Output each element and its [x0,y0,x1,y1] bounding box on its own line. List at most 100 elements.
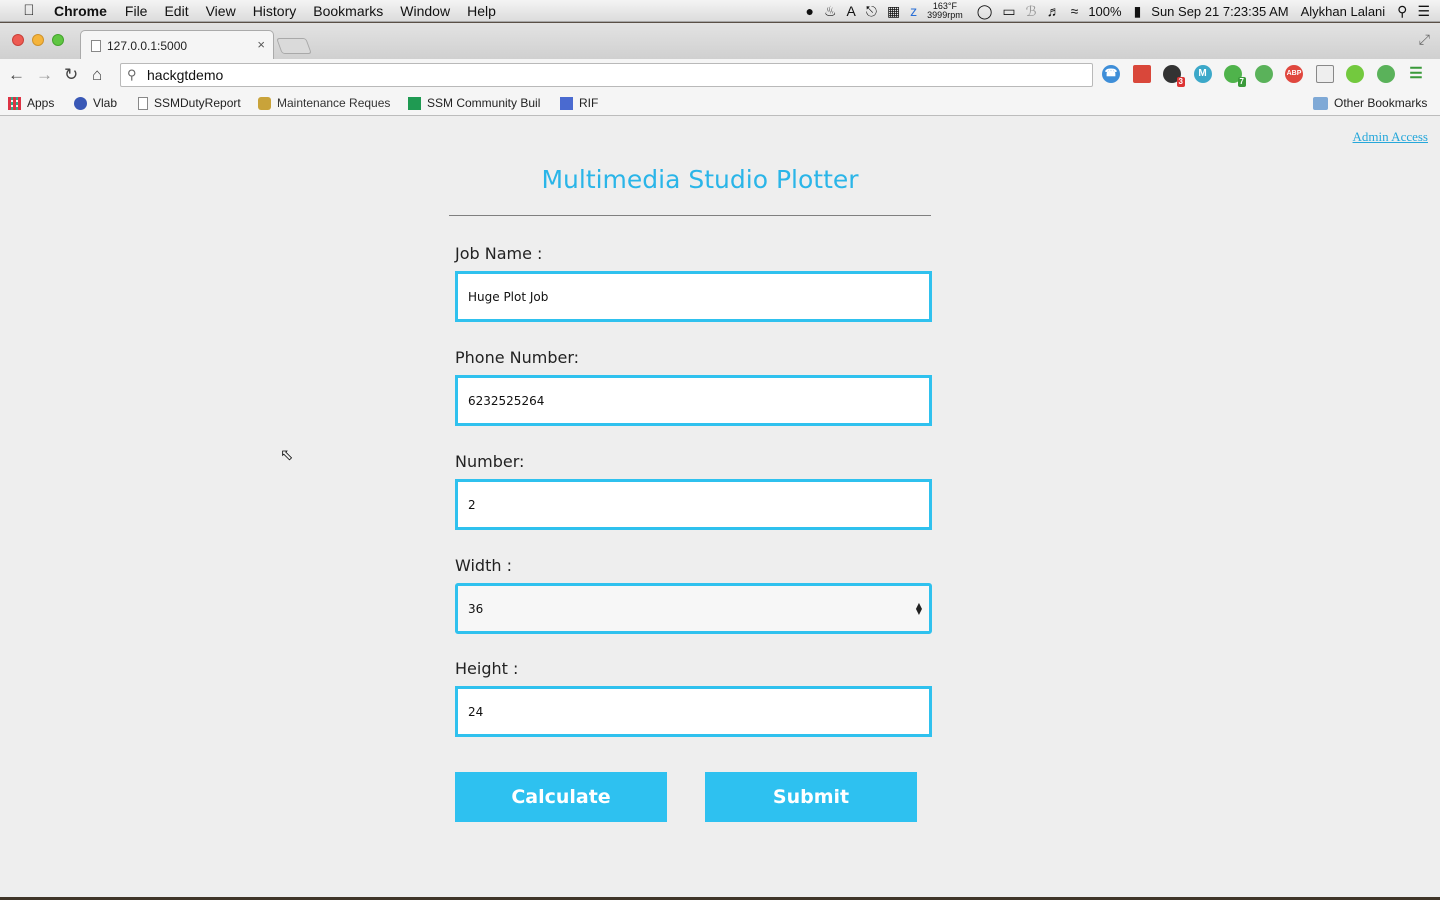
reload-icon[interactable]: ↻ [64,65,78,85]
adblock-plus-icon[interactable]: ABP [1285,65,1303,83]
height-input[interactable]: 24 [455,686,932,737]
bookmark-apps[interactable]: Apps [8,96,54,110]
adobe-icon[interactable]: A [847,3,856,19]
job-name-value: Huge Plot Job [468,289,549,304]
bookmarks-bar: Apps Vlab SSMDutyReport Maintenance Requ… [0,91,1440,116]
home-icon[interactable]: ⌂ [92,65,102,85]
mouse-cursor-icon: ⬁ [280,447,294,464]
browser-toolbar: ← → ↻ ⌂ ⚲ hackgtdemo ☎ 3 M 7 ABP ☰ [0,59,1440,91]
other-bookmarks-folder[interactable]: Other Bookmarks [1313,96,1427,110]
green-badge: 7 [1237,77,1246,87]
airplay-icon[interactable]: ▭ [1002,3,1015,20]
bee-icon [258,96,271,110]
number-label: Number: [455,452,525,471]
user-name[interactable]: Alykhan Lalani [1301,4,1386,19]
bookmark-blue-icon [560,96,573,110]
menu-view[interactable]: View [206,3,236,19]
bell-icon[interactable]: ♨ [824,3,837,20]
bluetooth-icon[interactable]: ℬ [1026,3,1037,20]
bookmark-label: Apps [27,96,55,110]
admin-access-link[interactable]: Admin Access [1353,129,1428,145]
bookmark-label: SSMDutyReport [154,96,241,110]
bookmark-label: SSM Community Buil [427,96,541,110]
vlab-icon [74,96,87,110]
bookmark-label: Maintenance Reques [277,96,391,110]
menu-window[interactable]: Window [400,3,450,19]
job-name-label: Job Name : [455,244,543,263]
height-label: Height : [455,659,519,678]
menu-edit[interactable]: Edit [164,3,188,19]
page-title: Multimedia Studio Plotter [541,165,859,194]
cast-icon[interactable] [1315,65,1334,83]
temperature-readout[interactable]: 163°F 3999rpm [927,2,963,20]
apple-menu-icon[interactable]:  [18,2,40,19]
share-extension-icon[interactable] [1254,65,1273,83]
sleep-icon[interactable]: z [910,3,917,19]
menu-help[interactable]: Help [467,3,496,19]
fan-speed-value: 3999rpm [927,10,963,20]
job-name-input[interactable]: Huge Plot Job [455,271,932,322]
bookmark-label: RIF [579,96,599,110]
extension-icons: ☎ 3 M 7 ABP ☰ [1102,65,1438,87]
menubar-status-area: ● ♨ A ⎋ ▦ z 163°F 3999rpm ◯ ▭ ℬ ♬ ≈ 100%… [805,0,1440,22]
time-machine-icon[interactable]: ◯ [977,3,993,20]
macos-menubar:  Chrome File Edit View History Bookmark… [0,0,1440,22]
select-arrows-icon: ▲ ▼ [915,601,922,616]
menu-history[interactable]: History [253,3,297,19]
chrome-window: 127.0.0.1:5000 × ⤢ ← → ↻ ⌂ ⚲ hackgtdemo … [0,23,1440,897]
new-tab-button[interactable] [276,38,312,54]
hangouts-extension-icon[interactable] [1376,65,1395,83]
clock[interactable]: Sun Sep 21 7:23:35 AM [1151,4,1288,19]
calculate-button[interactable]: Calculate [455,772,667,822]
battery-percent[interactable]: 100% [1088,4,1121,19]
sync-icon[interactable]: ⎋ [866,3,877,20]
omnibox-text: hackgtdemo [147,67,224,83]
page-favicon-icon [91,39,101,52]
number-input[interactable]: 2 [455,479,932,530]
chrome-menu-icon[interactable]: ☰ [1407,65,1425,83]
page-content: Admin Access Multimedia Studio Plotter J… [0,117,1440,897]
fullscreen-icon[interactable]: ⤢ [1419,31,1430,48]
chat-bubble-icon[interactable]: ● [805,3,813,19]
bookmark-rif[interactable]: RIF [560,96,598,110]
bookmark-maintenance[interactable]: Maintenance Reques [258,96,390,110]
spotlight-search-icon[interactable]: ⚲ [1397,3,1407,20]
phone-number-input[interactable]: 6232525264 [455,375,932,426]
m-extension-icon[interactable]: M [1193,65,1212,83]
qr-icon[interactable]: ▦ [887,3,900,20]
width-value: 36 [468,601,484,616]
wifi-icon[interactable]: ≈ [1071,3,1079,19]
back-arrow-icon[interactable]: ← [8,65,25,85]
window-minimize-button[interactable] [32,34,44,46]
tab-active[interactable]: 127.0.0.1:5000 × [80,30,274,60]
tab-strip: 127.0.0.1:5000 × ⤢ [0,23,1440,60]
phone-extension-icon[interactable]: ☎ [1102,65,1120,83]
tab-close-icon[interactable]: × [257,37,265,52]
omnibox[interactable]: ⚲ hackgtdemo [120,63,1093,87]
document-icon [138,96,148,110]
app-menu-chrome[interactable]: Chrome [54,3,107,19]
forward-arrow-icon[interactable]: → [36,65,53,85]
bookmark-extension-icon[interactable] [1132,65,1151,83]
bookmark-ssm-community[interactable]: SSM Community Buil [408,96,540,110]
apps-grid-icon [8,96,21,110]
width-select[interactable]: 36 ▲ ▼ [455,583,932,634]
battery-icon[interactable]: ▮ [1134,3,1142,20]
submit-button[interactable]: Submit [705,772,917,822]
notification-center-icon[interactable]: ☰ [1417,3,1430,20]
window-close-button[interactable] [12,34,24,46]
dark-extension-icon[interactable]: 3 [1163,65,1185,87]
height-value: 24 [468,704,484,719]
folder-icon [1313,96,1328,110]
volume-icon[interactable]: ♬ [1047,3,1061,19]
window-zoom-button[interactable] [52,34,64,46]
green-circle-extension-icon[interactable] [1346,65,1364,83]
menu-file[interactable]: File [125,3,148,19]
bookmark-vlab[interactable]: Vlab [74,96,117,110]
tab-title: 127.0.0.1:5000 [107,38,188,53]
green-extension-icon[interactable]: 7 [1224,65,1246,87]
other-bookmarks-label: Other Bookmarks [1334,96,1428,110]
bookmark-ssmdutyreport[interactable]: SSMDutyReport [138,96,241,110]
menu-bookmarks[interactable]: Bookmarks [313,3,383,19]
width-label: Width : [455,556,512,575]
